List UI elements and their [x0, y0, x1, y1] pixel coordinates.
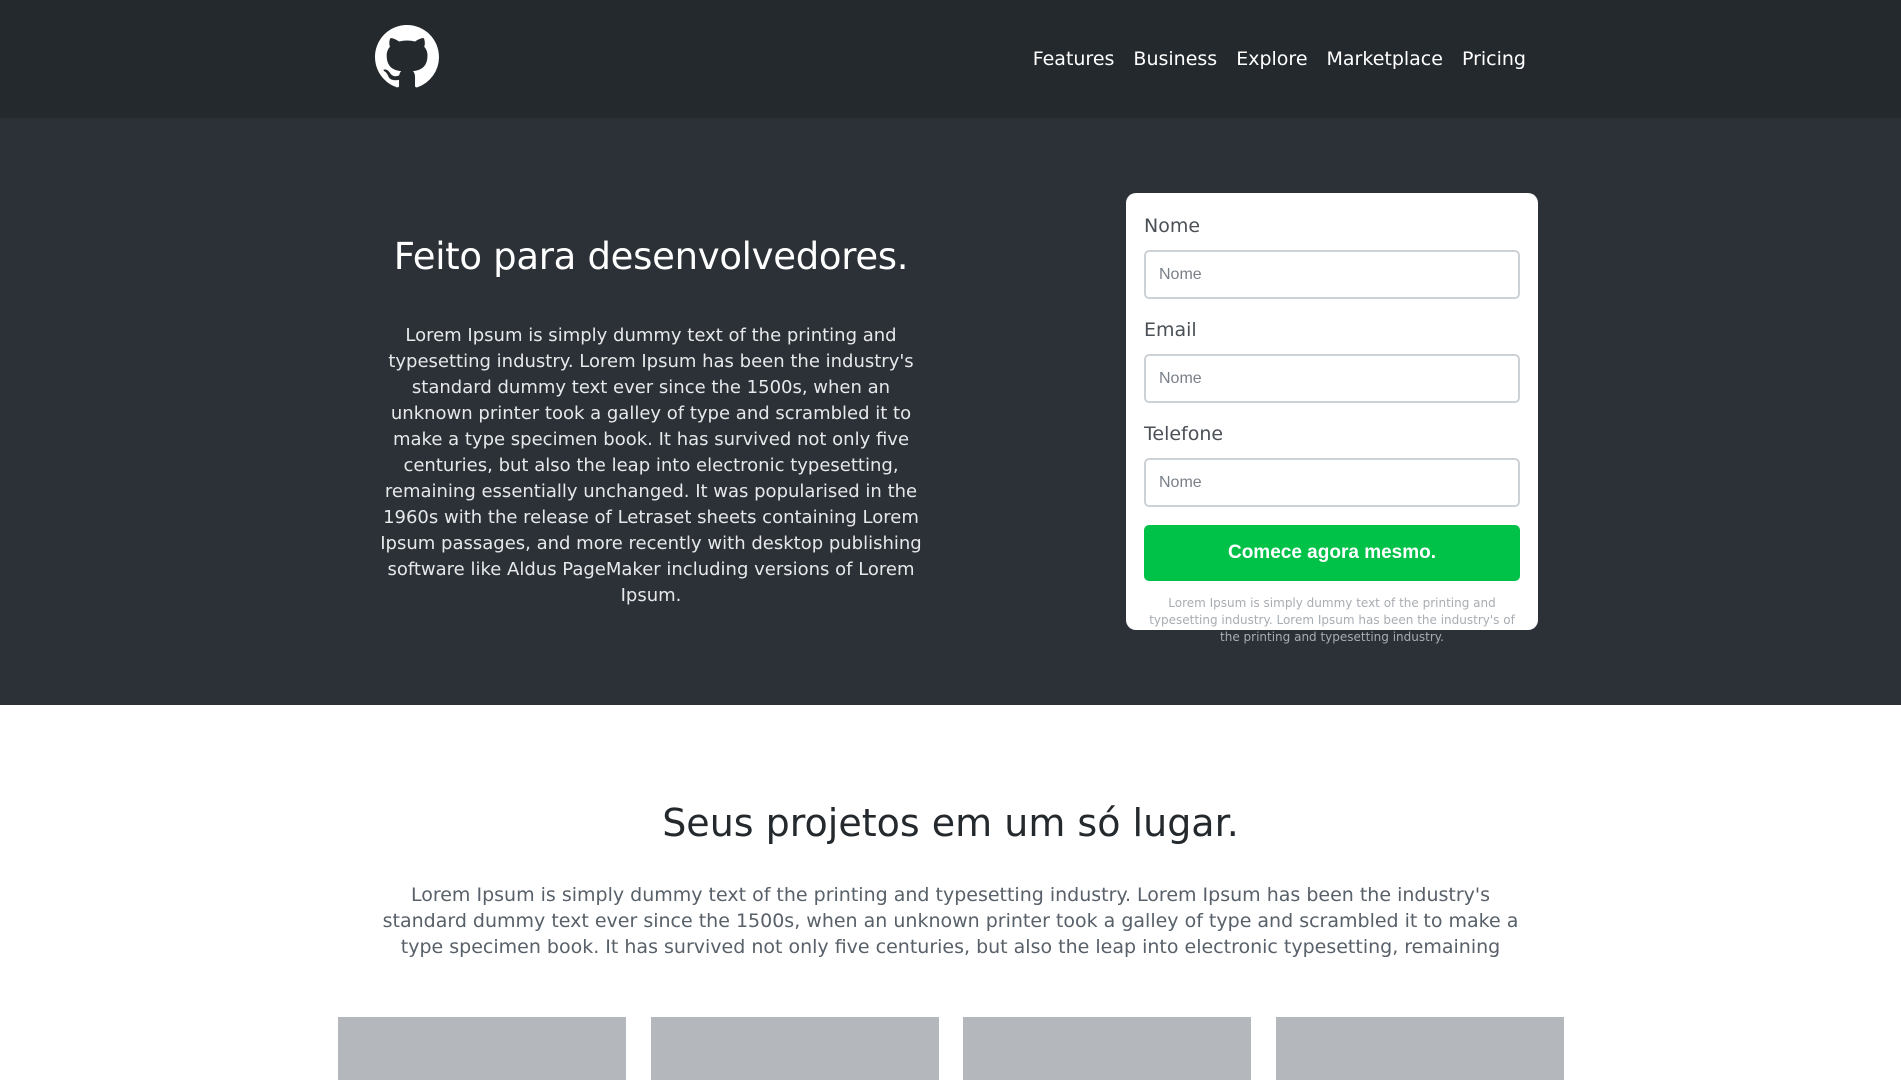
email-field-label: Email — [1144, 319, 1197, 341]
name-input[interactable] — [1144, 250, 1520, 299]
project-tile-placeholder — [651, 1017, 939, 1080]
github-octocat-icon[interactable] — [375, 25, 439, 89]
project-tiles — [338, 1017, 1564, 1080]
phone-field-label: Telefone — [1144, 423, 1224, 445]
phone-input[interactable] — [1144, 458, 1520, 507]
start-now-button[interactable]: Comece agora mesmo. — [1144, 525, 1520, 581]
email-input[interactable] — [1144, 354, 1520, 403]
signup-form: Nome Email Telefone Comece agora mesmo. … — [1126, 193, 1538, 644]
project-tile-placeholder — [963, 1017, 1251, 1080]
project-tile-placeholder — [1276, 1017, 1564, 1080]
nav-business-link[interactable]: Business — [1133, 48, 1217, 70]
projects-description: Lorem Ipsum is simply dummy text of the … — [382, 884, 1519, 958]
project-tile-placeholder — [338, 1017, 626, 1080]
nav-pricing-link[interactable]: Pricing — [1462, 48, 1526, 70]
projects-section: Seus projetos em um só lugar. Lorem Ipsu… — [0, 705, 1901, 1080]
nav-features-link[interactable]: Features — [1033, 48, 1115, 70]
form-disclaimer: Lorem Ipsum is simply dummy text of the … — [1149, 596, 1515, 644]
nav-explore-link[interactable]: Explore — [1236, 48, 1307, 70]
hero-description: Lorem Ipsum is simply dummy text of the … — [380, 325, 922, 606]
main-nav: Features Business Explore Marketplace Pr… — [1033, 0, 1526, 118]
hero-title: Feito para desenvolvedores. — [393, 235, 909, 278]
projects-title: Seus projetos em um só lugar. — [662, 801, 1239, 845]
hero-intro: Feito para desenvolvedores. Lorem Ipsum … — [375, 235, 927, 609]
site-header: Features Business Explore Marketplace Pr… — [0, 0, 1901, 118]
nav-marketplace-link[interactable]: Marketplace — [1327, 48, 1443, 70]
hero-section: Feito para desenvolvedores. Lorem Ipsum … — [0, 118, 1901, 705]
name-field-label: Nome — [1144, 215, 1201, 237]
